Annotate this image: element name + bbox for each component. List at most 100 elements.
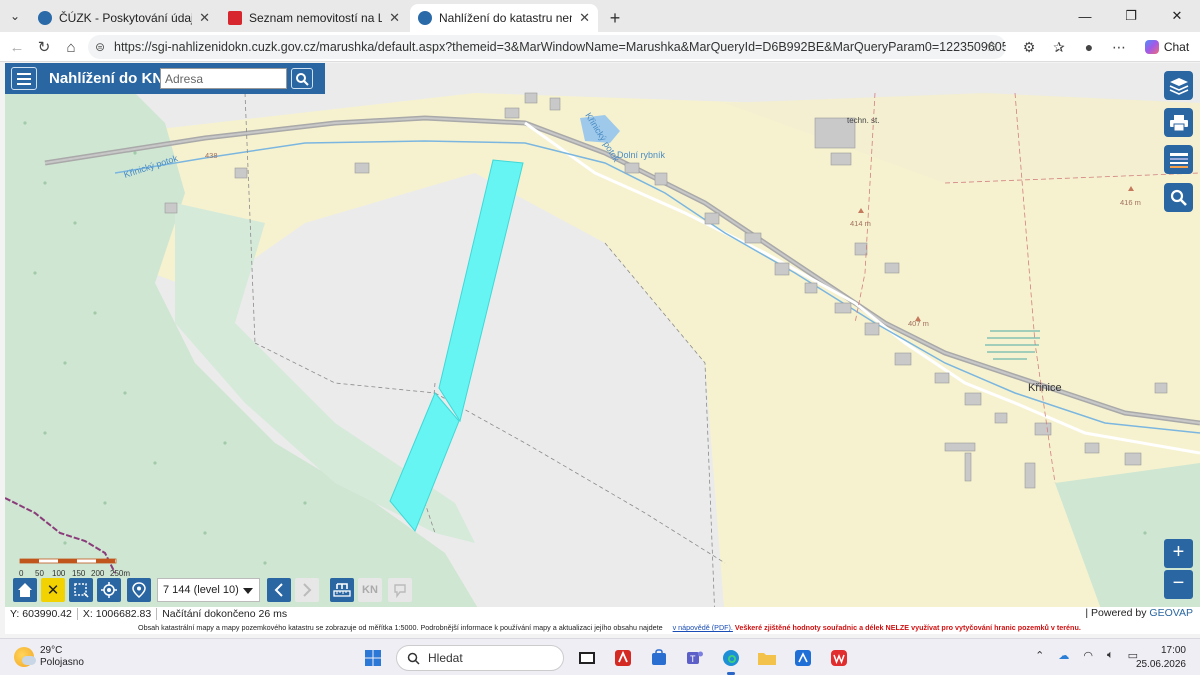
close-tab-icon[interactable]: ✕	[389, 10, 400, 26]
clear-selection-button[interactable]: ✕	[41, 578, 65, 602]
elevation-label-416: 416 m	[1120, 198, 1141, 207]
tab-title: ČÚZK - Poskytování údajů z KN	[59, 11, 192, 25]
tab-title: Nahlížení do katastru nemovitostí	[439, 11, 572, 25]
layers-button[interactable]	[1164, 71, 1193, 100]
scale-level-select[interactable]: 7 144 (level 10)	[157, 578, 260, 602]
close-window-icon[interactable]: ✕	[1154, 0, 1200, 32]
home-icon[interactable]: ⌂	[57, 33, 85, 61]
elevation-label-414: 414 m	[850, 219, 871, 228]
acrobat-icon[interactable]	[610, 645, 636, 671]
close-tab-icon[interactable]: ✕	[579, 10, 590, 26]
locate-button[interactable]	[97, 578, 121, 602]
cuzk-favicon-icon	[38, 11, 52, 25]
kn-button[interactable]: KN	[358, 578, 382, 602]
copilot-chat-button[interactable]: Chat	[1134, 40, 1200, 54]
taskbar-search-placeholder: Hledat	[428, 651, 463, 665]
place-marker-button[interactable]	[127, 578, 151, 602]
address-search-input[interactable]	[160, 68, 287, 89]
editor-icon[interactable]	[790, 645, 816, 671]
partly-sunny-icon	[14, 647, 36, 667]
map-application: Křinický potok Křinický potok Dolní rybn…	[5, 63, 1200, 620]
chevron-up-icon[interactable]: ⌃	[1035, 649, 1044, 662]
draw-feedback-button[interactable]	[388, 578, 412, 602]
windows-start-icon[interactable]	[360, 645, 386, 671]
onedrive-icon[interactable]: ☁	[1058, 649, 1069, 662]
geovap-link[interactable]: GEOVAP	[1149, 607, 1193, 619]
search-button[interactable]	[291, 68, 313, 89]
weather-widget[interactable]: 29°C Polojasno	[14, 645, 84, 669]
store-icon[interactable]	[646, 645, 672, 671]
search-icon	[296, 72, 309, 86]
measure-button[interactable]	[330, 578, 354, 602]
close-tab-icon[interactable]: ✕	[199, 10, 210, 26]
powered-prefix: Powered by	[1091, 607, 1147, 619]
wps-office-icon[interactable]	[826, 645, 852, 671]
clock-date: 25.06.2026	[1135, 659, 1186, 670]
magnifier-icon	[1170, 189, 1187, 206]
browser-tab-1[interactable]: ČÚZK - Poskytování údajů z KN ✕	[30, 4, 218, 32]
file-explorer-icon[interactable]	[754, 645, 780, 671]
site-info-icon[interactable]: ⊜	[95, 40, 105, 54]
back-arrow-icon[interactable]: ←	[3, 33, 31, 61]
taskbar-apps: Hledat T	[360, 643, 852, 675]
copilot-icon	[1144, 40, 1159, 54]
home-extent-button[interactable]	[13, 578, 37, 602]
temperature: 29°C	[40, 645, 63, 656]
map-disclaimer: Obsah katastrální mapy a mapy pozemkovéh…	[5, 621, 1200, 634]
scale-label: 0	[19, 569, 24, 578]
profile-avatar-icon[interactable]: ●	[1074, 39, 1104, 55]
disclaimer-text: Obsah katastrální mapy a mapy pozemkovéh…	[138, 623, 663, 632]
url-text: https://sgi-nahlizenidokn.cuzk.gov.cz/ma…	[114, 40, 1006, 54]
new-tab-button[interactable]: +	[600, 4, 630, 32]
teams-icon[interactable]: T	[682, 645, 708, 671]
printer-icon	[1169, 114, 1188, 131]
browser-tab-3[interactable]: Nahlížení do katastru nemovitostí ✕	[410, 4, 598, 32]
load-status: Načítání dokončeno 26 ms	[162, 608, 288, 620]
zoom-in-button[interactable]: +	[1164, 539, 1193, 568]
pond-label: Dolní rybník	[617, 150, 666, 160]
layers-icon	[1169, 77, 1188, 95]
url-field[interactable]: ⊜ https://sgi-nahlizenidokn.cuzk.gov.cz/…	[88, 35, 1006, 59]
next-view-button[interactable]	[295, 578, 319, 602]
restore-icon[interactable]: ❐	[1108, 0, 1154, 32]
select-rectangle-icon	[74, 583, 89, 598]
weather-description: Polojasno	[40, 657, 84, 668]
reload-icon[interactable]: ↻	[30, 33, 58, 61]
extensions-icon[interactable]: ⚙	[1014, 39, 1044, 56]
elevation-label-438: 438	[205, 151, 218, 160]
chevron-left-icon	[274, 583, 283, 597]
select-area-button[interactable]	[69, 578, 93, 602]
previous-view-button[interactable]	[267, 578, 291, 602]
tab-actions-chevron-icon[interactable]: ⌄	[0, 0, 30, 32]
taskbar-clock[interactable]: 17:00 25.06.2026	[1136, 644, 1186, 672]
scale-level-value: 7 144 (level 10)	[163, 584, 239, 596]
clock-time: 17:00	[1160, 645, 1186, 656]
wifi-icon[interactable]: ◠	[1083, 649, 1093, 662]
crosshair-icon	[101, 582, 117, 598]
elevation-label-407: 407 m	[908, 319, 929, 328]
techn-label: techn. st.	[847, 116, 879, 125]
task-view-icon[interactable]	[574, 645, 600, 671]
zoom-out-button[interactable]: −	[1164, 570, 1193, 599]
tab-title: Seznam nemovitostí na LV | Nahlíž	[249, 11, 383, 25]
minimize-icon[interactable]: —	[1062, 0, 1108, 32]
chevron-right-icon	[303, 583, 312, 597]
identify-search-button[interactable]	[1164, 183, 1193, 212]
more-options-icon[interactable]: ⋯	[1104, 39, 1134, 56]
app-header: Nahlížení do KN	[5, 63, 325, 94]
favorites-icon[interactable]: ✰	[1044, 39, 1074, 56]
taskbar-search[interactable]: Hledat	[396, 645, 564, 671]
print-button[interactable]	[1164, 108, 1193, 137]
favorite-star-icon[interactable]: ☆	[985, 38, 998, 55]
cadastral-map[interactable]: Křinický potok Křinický potok Dolní rybn…	[5, 63, 1200, 620]
dropdown-caret-icon	[243, 588, 253, 594]
legend-button[interactable]	[1164, 145, 1193, 174]
edge-icon[interactable]	[718, 645, 744, 675]
czech-lion-favicon-icon	[228, 11, 242, 25]
hamburger-menu-button[interactable]	[11, 67, 37, 90]
search-icon	[407, 652, 420, 665]
window-controls: — ❐ ✕	[1062, 0, 1200, 32]
help-pdf-link[interactable]: v nápovědě (PDF).	[673, 623, 733, 632]
volume-icon[interactable]: 🔈︎	[1107, 649, 1114, 662]
browser-tab-2[interactable]: Seznam nemovitostí na LV | Nahlíž ✕	[220, 4, 408, 32]
